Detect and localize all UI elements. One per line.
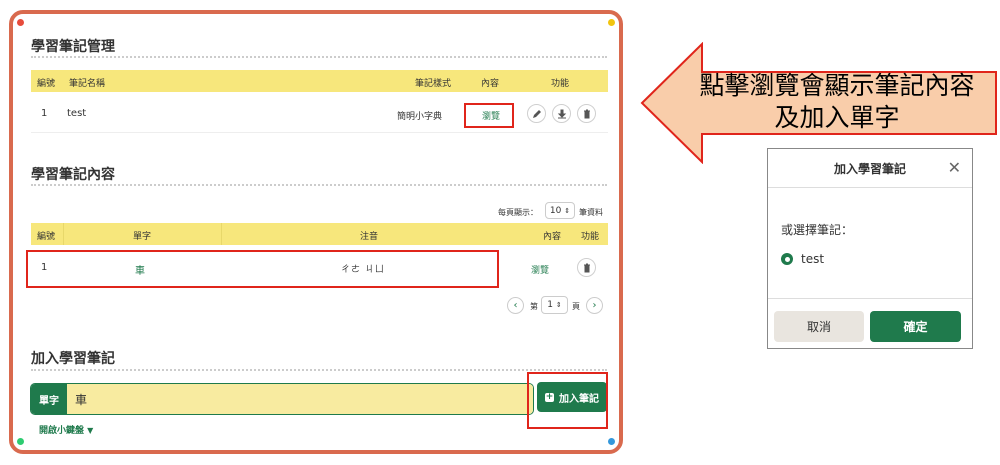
callout-text: 點擊瀏覽會顯示筆記內容 及加入單字 — [687, 70, 987, 134]
divider — [31, 184, 607, 186]
manage-row-no: 1 — [41, 108, 48, 119]
page-select[interactable]: 1 ⇕ — [541, 296, 568, 314]
content-table-header: 編號 單字 注音 內容 功能 — [31, 223, 608, 245]
radio-selected-icon — [781, 253, 793, 265]
highlight-box — [527, 372, 608, 429]
next-page-button[interactable]: › — [586, 297, 603, 314]
modal-divider — [768, 187, 972, 188]
caret-down-icon: ▼ — [87, 426, 94, 435]
col-no: 編號 — [37, 232, 56, 242]
modal-prompt: 或選擇筆記： — [781, 223, 854, 237]
note-option[interactable]: test — [781, 252, 824, 266]
word-input-group: 單字 車 — [30, 383, 534, 415]
col-zhuyin: 注音 — [360, 232, 379, 242]
pencil-icon — [532, 109, 541, 118]
manage-title: 學習筆記管理 — [31, 39, 115, 55]
page-prefix: 第 — [530, 302, 538, 311]
add-note-modal: 加入學習筆記 ✕ 或選擇筆記： test 取消 確定 — [767, 148, 973, 349]
col-sep — [63, 223, 64, 245]
callout-line2: 及加入單字 — [774, 103, 900, 132]
corner-dot-blue — [608, 438, 615, 445]
word-input-label: 單字 — [31, 384, 67, 414]
prev-page-button[interactable]: ‹ — [507, 297, 524, 314]
col-word: 單字 — [133, 232, 152, 242]
col-func: 功能 — [581, 232, 600, 242]
col-name: 筆記名稱 — [69, 79, 106, 89]
cancel-button[interactable]: 取消 — [774, 311, 864, 342]
word-input[interactable]: 車 — [67, 384, 533, 414]
corner-dot-yellow — [608, 19, 615, 26]
updown-icon: ⇕ — [555, 301, 562, 309]
col-sep — [221, 223, 222, 245]
modal-divider — [768, 298, 972, 299]
add-title: 加入學習筆記 — [31, 351, 115, 367]
trash-icon — [583, 263, 590, 272]
edit-button[interactable] — [527, 104, 546, 123]
callout-line1: 點擊瀏覽會顯示筆記內容 — [699, 71, 975, 100]
corner-dot-green — [17, 438, 24, 445]
updown-icon: ⇕ — [564, 206, 571, 215]
delete-button[interactable] — [577, 104, 596, 123]
per-page-label: 每頁顯示： — [498, 208, 538, 217]
download-button[interactable] — [552, 104, 571, 123]
manage-table-header: 編號 筆記名稱 筆記樣式 內容 功能 — [31, 70, 608, 92]
open-keyboard-label: 開啟小鍵盤 — [39, 426, 85, 436]
divider — [31, 56, 607, 58]
highlight-box — [26, 250, 499, 288]
page-value: 1 — [547, 300, 553, 310]
per-page-unit: 筆資料 — [579, 208, 603, 217]
per-page-value: 10 — [549, 205, 562, 216]
confirm-button[interactable]: 確定 — [870, 311, 961, 342]
col-content: 內容 — [543, 232, 562, 242]
content-title: 學習筆記內容 — [31, 167, 115, 183]
manage-row-style: 簡明小字典 — [397, 112, 443, 122]
highlight-box — [464, 103, 514, 128]
modal-title: 加入學習筆記 — [833, 161, 906, 176]
manage-row-name: test — [67, 108, 87, 119]
open-keyboard-link[interactable]: 開啟小鍵盤 ▼ — [39, 423, 93, 436]
notes-panel: 學習筆記管理 編號 筆記名稱 筆記樣式 內容 功能 1 test 簡明小字典 瀏… — [9, 10, 623, 454]
page-suffix: 頁 — [572, 302, 580, 311]
trash-icon — [583, 109, 590, 118]
content-browse-link[interactable]: 瀏覽 — [531, 263, 549, 276]
per-page-select[interactable]: 10 ⇕ — [545, 202, 575, 219]
row-divider — [31, 132, 608, 133]
divider — [31, 369, 607, 371]
download-icon — [557, 109, 566, 118]
note-option-label: test — [801, 252, 825, 266]
col-no: 編號 — [37, 79, 56, 89]
col-func: 功能 — [551, 79, 570, 89]
col-style: 筆記樣式 — [415, 79, 452, 89]
delete-word-button[interactable] — [577, 258, 596, 277]
col-content: 內容 — [481, 79, 500, 89]
corner-dot-red — [17, 19, 24, 26]
close-icon[interactable]: ✕ — [948, 158, 961, 177]
